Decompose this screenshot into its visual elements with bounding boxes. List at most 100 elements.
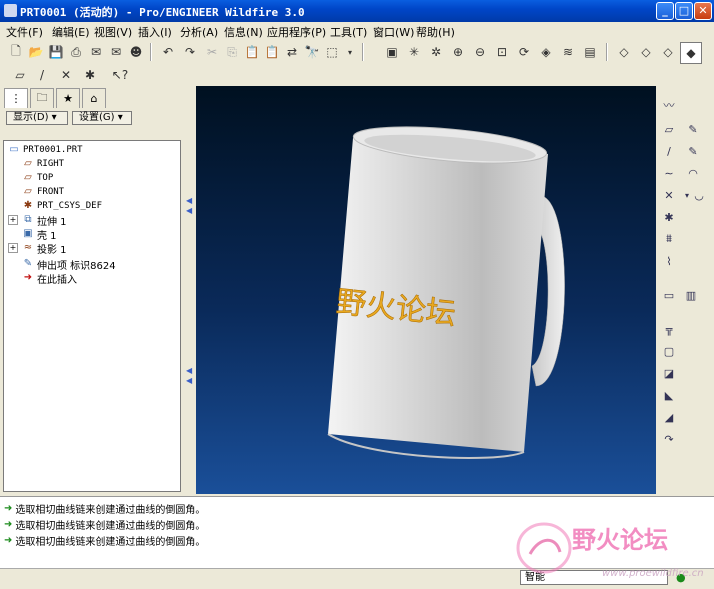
expand-icon[interactable]: + [8,215,18,225]
curve-from-equation-icon[interactable]: ⌇ [660,252,678,270]
saved-views-icon[interactable]: ◈ [536,42,556,62]
collapse-arrow-icon[interactable]: ◀ [186,366,192,375]
new-icon[interactable]: 🗋 [6,42,26,62]
datum-curve-icon[interactable]: ∼ [660,164,678,182]
offset-icon[interactable]: ▭ [660,286,678,304]
rib-icon[interactable]: ◪ [660,364,678,382]
round-icon[interactable]: ◣ [660,386,678,404]
message-line: ➜ 选取相切曲线链来创建通过曲线的倒圆角。 [4,503,206,516]
whats-this-icon[interactable]: ↖? [110,65,130,85]
navigator-splitter[interactable]: ◀ ◀ ◀ ◀ [183,86,195,494]
expand-icon[interactable]: + [8,243,18,253]
sketch-tool-icon[interactable]: 〰 [660,96,678,114]
navigator-tabs: ⋮ 🗀 ★ ⌂ [0,86,186,110]
shell-icon: ▣ [23,228,33,239]
datum-plane-tool-icon[interactable]: ▱ [660,120,678,138]
zoom-out-icon[interactable]: ⊖ [470,42,490,62]
user-icon[interactable]: ☻ [126,42,146,62]
boundary-icon[interactable]: ◡ [690,186,708,204]
tree-item-top[interactable]: ▱ TOP [22,171,53,185]
datum-point-display-icon[interactable]: ✕ [56,65,76,85]
cut-icon[interactable]: ✂ [202,42,222,62]
menu-tools[interactable]: 工具(T) [330,24,367,40]
sketch-curve-icon[interactable]: ✎ [684,142,702,160]
main-toolbar: 🗋 📂 💾 ⎙ ✉ ✉ ☻ ↶ ↷ ✂ ⎘ 📋 📋 ⇄ 🔭 ⬚ ▾ ▣ ✳ ✲ … [0,40,714,64]
undo-icon[interactable]: ↶ [158,42,178,62]
shading-icon[interactable]: ◆ [680,42,702,64]
collapse-arrow-icon[interactable]: ◀ [186,376,192,385]
datum-plane-display-icon[interactable]: ▱ [10,65,30,85]
tree-item-root[interactable]: ▭ PRT0001.PRT [8,143,82,157]
save-icon[interactable]: 💾 [46,42,66,62]
regenerate-icon[interactable]: ⇄ [282,42,302,62]
tree-item-front[interactable]: ▱ FRONT [22,185,64,199]
csys-tool-icon[interactable]: ✱ [660,208,678,226]
tree-item-extrude[interactable]: + ⧉ 拉伸 1 [8,213,67,228]
toolbar-separator [150,43,152,61]
menu-file[interactable]: 文件(F) [6,24,43,40]
collapse-arrow-icon[interactable]: ◀ [186,196,192,205]
minimize-button[interactable]: _ [656,2,674,20]
datum-axis-display-icon[interactable]: / [32,65,52,85]
spin-center-icon[interactable]: ✳ [404,42,424,62]
collapse-arrow-icon[interactable]: ◀ [186,206,192,215]
open-icon[interactable]: 📂 [26,42,46,62]
zoom-in-icon[interactable]: ⊕ [448,42,468,62]
csys-display-icon[interactable]: ✱ [80,65,100,85]
tree-item-project[interactable]: + ≈ 投影 1 [8,241,67,256]
refit-icon[interactable]: ⊡ [492,42,512,62]
message-arrow-icon: ➜ [4,503,13,514]
menu-applications[interactable]: 应用程序(P) [267,24,326,40]
analysis-icon[interactable]: ⩩ [660,230,678,248]
email-link-icon[interactable]: ✉ [106,42,126,62]
show-dropdown[interactable]: 显示(D) ▾ [6,111,68,125]
tab-favorites[interactable]: ★ [56,88,80,108]
datum-axis-tool-icon[interactable]: ✎ [684,120,702,138]
tab-folder-browser[interactable]: 🗀 [30,88,54,108]
tree-item-csys[interactable]: ✱ PRT_CSYS_DEF [22,199,102,213]
chevron-down-icon[interactable]: ▾ [340,42,360,62]
hole-icon[interactable]: ↷ [660,430,678,448]
menu-info[interactable]: 信息(N) [224,24,263,40]
menu-insert[interactable]: 插入(I) [138,24,172,40]
print-icon[interactable]: ⎙ [66,42,86,62]
copy-icon[interactable]: ⎘ [222,42,242,62]
email-icon[interactable]: ✉ [86,42,106,62]
view-manager-icon[interactable]: ▤ [580,42,600,62]
fill-icon[interactable]: ▥ [682,286,700,304]
menu-window[interactable]: 窗口(W) [373,24,414,40]
hidden-line-icon[interactable]: ◇ [636,42,656,62]
tree-item-shell[interactable]: ▣ 壳 1 [22,227,56,242]
orient-mode-icon[interactable]: ✲ [426,42,446,62]
layers-icon[interactable]: ≋ [558,42,578,62]
paste-special-icon[interactable]: 📋 [262,42,282,62]
repaint-icon[interactable]: ▣ [382,42,402,62]
selection-box-icon[interactable]: ⬚ [322,42,342,62]
tab-history[interactable]: ⌂ [82,88,106,108]
redo-icon[interactable]: ↷ [180,42,200,62]
wireframe-icon[interactable]: ◇ [614,42,634,62]
datum-axis-icon[interactable]: / [660,142,678,160]
paste-icon[interactable]: 📋 [242,42,262,62]
no-hidden-icon[interactable]: ◇ [658,42,678,62]
menu-help[interactable]: 帮助(H) [416,24,455,40]
find-icon[interactable]: 🔭 [302,42,322,62]
surface-icon[interactable]: ◠ [684,164,702,182]
maximize-button[interactable]: □ [675,2,693,20]
tree-item-protrusion[interactable]: ✎ 伸出项 标识8624 [22,257,116,272]
draft-icon[interactable]: ╦ [660,320,678,338]
reorient-icon[interactable]: ⟳ [514,42,534,62]
settings-dropdown[interactable]: 设置(G) ▾ [72,111,132,125]
graphics-window[interactable]: 野火论坛 [196,86,656,494]
tree-item-right[interactable]: ▱ RIGHT [22,157,64,171]
close-button[interactable]: ✕ [694,2,712,20]
menu-analysis[interactable]: 分析(A) [180,24,218,40]
chamfer-icon[interactable]: ◢ [660,408,678,426]
toolbar-separator [606,43,608,61]
menu-edit[interactable]: 编辑(E) [52,24,90,40]
datum-point-icon[interactable]: ✕ [660,186,678,204]
menu-view[interactable]: 视图(V) [94,24,132,40]
tree-item-insert-here[interactable]: ➜ 在此插入 [22,271,77,286]
shell-tool-icon[interactable]: ▢ [660,342,678,360]
tab-model-tree[interactable]: ⋮ [4,88,28,108]
